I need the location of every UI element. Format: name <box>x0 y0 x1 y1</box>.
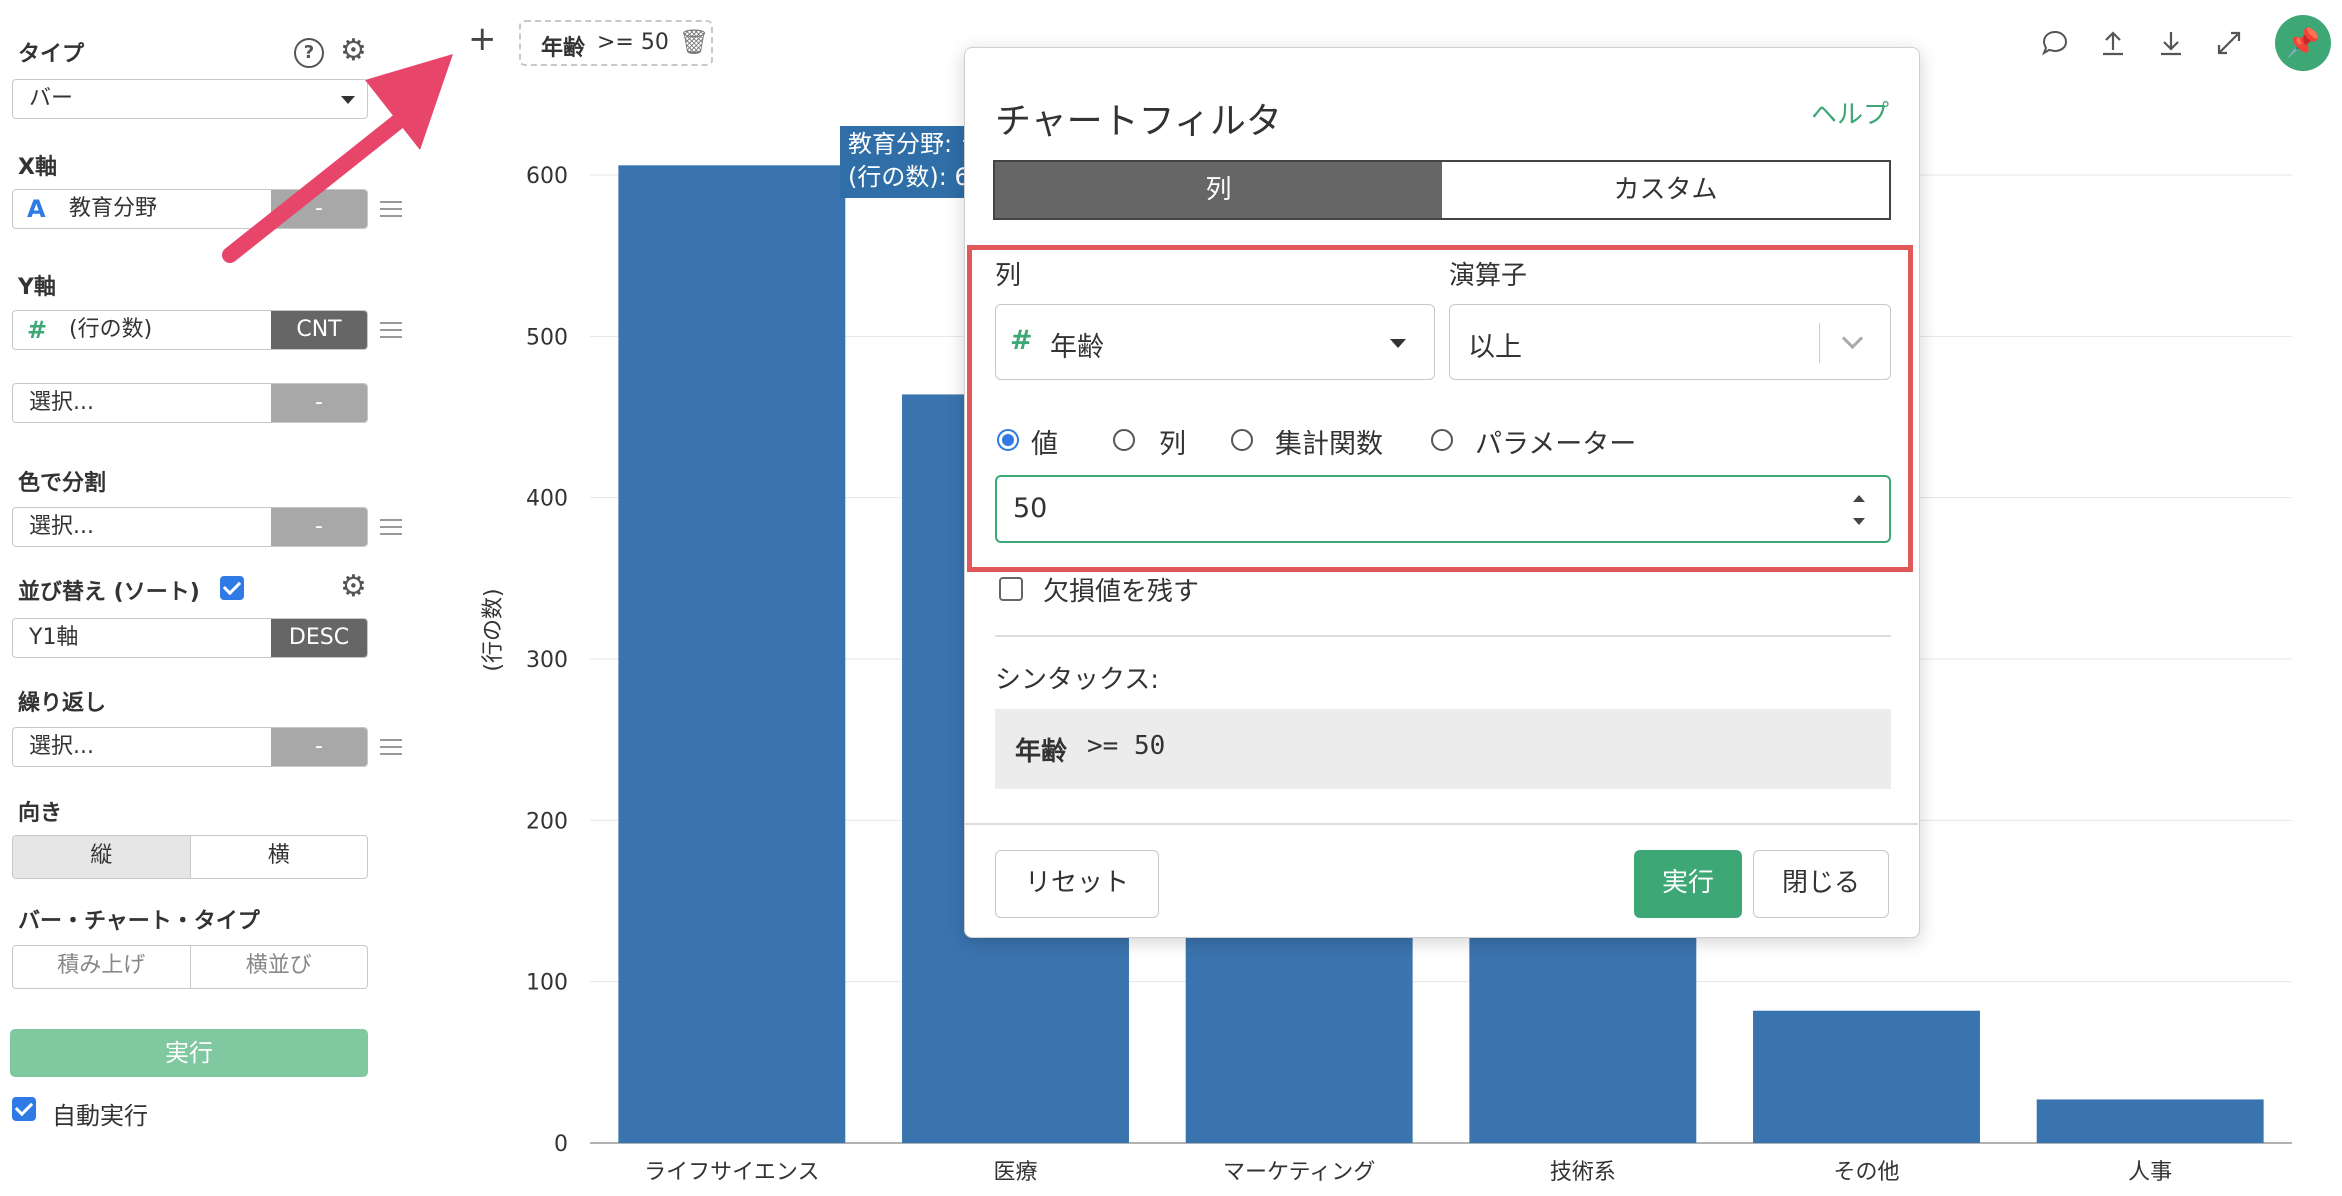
column-label: 列 <box>995 261 1022 291</box>
chart-filter-dialog: チャートフィルタ ヘルプ 列 カスタム 列 演算子 # 年齢 以上 値 列 集計… <box>964 47 1920 938</box>
dialog-title: チャートフィルタ <box>995 101 1282 142</box>
tab-custom[interactable]: カスタム <box>1442 162 1889 218</box>
keep-na-checkbox[interactable] <box>999 577 1023 601</box>
annotation-arrow <box>222 54 453 263</box>
syntax-expression: >= 50 <box>1087 731 1166 761</box>
y-tick-label: 500 <box>526 325 568 350</box>
y-tick-label: 300 <box>526 648 568 673</box>
column-select[interactable]: # 年齢 <box>995 304 1435 380</box>
select-divider <box>1818 323 1820 363</box>
y-tick-label: 0 <box>554 1132 568 1157</box>
chevron-down-icon <box>1841 327 1864 350</box>
tab-column[interactable]: 列 <box>995 162 1442 218</box>
operator-label: 演算子 <box>1449 261 1528 291</box>
x-tick-label: 医療 <box>993 1160 1037 1185</box>
divider <box>995 635 1891 637</box>
operator-select[interactable]: 以上 <box>1449 304 1891 380</box>
bar[interactable] <box>618 165 846 1143</box>
y-axis-title: (行の数) <box>481 588 506 671</box>
tooltip-line-2: (行の数): 606 <box>848 163 970 191</box>
x-tick-label: マーケティング <box>1223 1160 1375 1185</box>
bar[interactable] <box>1753 1010 1980 1143</box>
chart-x-ticks: ライフサイエンス 医療 マーケティング 技術系 その他 人事 <box>644 1160 2172 1185</box>
keep-na-label: 欠損値を残す <box>1043 577 1200 607</box>
y-tick-label: 200 <box>526 809 568 834</box>
y-tick-label: 400 <box>526 487 568 512</box>
syntax-column: 年齢 <box>1015 737 1068 767</box>
caret-down-icon <box>1390 339 1406 348</box>
x-tick-label: 技術系 <box>1550 1160 1616 1185</box>
y-tick-label: 100 <box>526 971 568 996</box>
radio-column-label: 列 <box>1159 429 1186 460</box>
radio-aggregate[interactable] <box>1231 429 1253 451</box>
run-filter-button[interactable]: 実行 <box>1634 850 1742 918</box>
x-tick-label: ライフサイエンス <box>644 1160 819 1185</box>
radio-value[interactable] <box>997 429 1019 451</box>
help-link[interactable]: ヘルプ <box>1811 94 1889 131</box>
radio-parameter-label: パラメーター <box>1475 429 1637 460</box>
number-type-icon: # <box>1010 325 1033 356</box>
bar[interactable] <box>2036 1099 2264 1143</box>
syntax-label: シンタックス: <box>995 665 1159 695</box>
radio-parameter[interactable] <box>1431 429 1453 451</box>
operator-select-value: 以上 <box>1468 332 1522 363</box>
filter-value-input[interactable]: 50 <box>995 475 1891 543</box>
reset-button[interactable]: リセット <box>995 850 1159 918</box>
syntax-preview: 年齢 >= 50 <box>995 709 1891 789</box>
x-tick-label: 人事 <box>2128 1160 2172 1185</box>
radio-value-label: 値 <box>1031 429 1058 460</box>
y-tick-label: 600 <box>526 164 568 189</box>
tooltip-line-1: 教育分野: ライフサイエンス <box>848 130 970 158</box>
number-spinner-icon[interactable] <box>1851 495 1867 525</box>
radio-column[interactable] <box>1113 429 1135 451</box>
chart-y-ticks: 0 100 200 300 400 500 600 <box>526 164 568 1157</box>
filter-value-text: 50 <box>1013 493 1048 524</box>
radio-aggregate-label: 集計関数 <box>1275 429 1383 460</box>
x-tick-label: その他 <box>1833 1160 1899 1185</box>
close-button[interactable]: 閉じる <box>1753 850 1889 918</box>
chart-tooltip: 教育分野: ライフサイエンス (行の数): 606 <box>840 126 970 198</box>
divider <box>965 823 1918 825</box>
column-select-value: 年齢 <box>1050 332 1104 363</box>
filter-mode-tabs: 列 カスタム <box>993 160 1891 220</box>
